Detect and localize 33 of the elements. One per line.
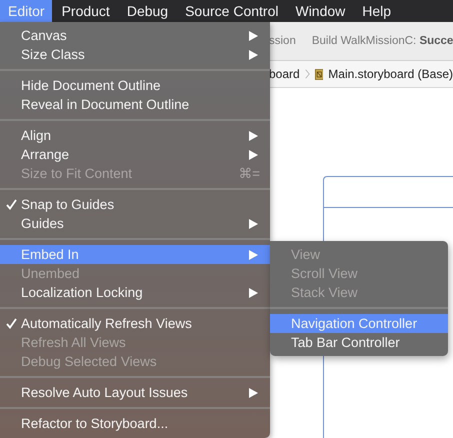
- menu-item[interactable]: Tab Bar Controller: [270, 333, 448, 352]
- menu-item[interactable]: Reveal in Document Outline: [0, 95, 270, 114]
- menu-item[interactable]: Size Class: [0, 45, 270, 64]
- menu-item[interactable]: Guides: [0, 214, 270, 233]
- menu-item[interactable]: Refactor to Storyboard...: [0, 414, 270, 433]
- chevron-icon: [304, 67, 310, 81]
- menu-item[interactable]: Snap to Guides: [0, 195, 270, 214]
- checkmark-icon: [6, 199, 17, 210]
- menu-item[interactable]: Automatically Refresh Views: [0, 314, 270, 333]
- menu-item[interactable]: Canvas: [0, 26, 270, 45]
- jump-bar-item[interactable]: board: [269, 67, 300, 81]
- menu-item[interactable]: Resolve Auto Layout Issues: [0, 383, 270, 402]
- menu-bar-item[interactable]: Editor: [0, 0, 52, 22]
- submenu-arrow-icon: [249, 288, 258, 298]
- checkmark-icon: [6, 318, 17, 329]
- storyboard-file-icon: [314, 66, 324, 82]
- menu-item[interactable]: Hide Document Outline: [0, 76, 270, 95]
- jump-bar-item[interactable]: Main.storyboard (Base): [328, 67, 453, 81]
- menu-bar-item[interactable]: Source Control: [178, 0, 286, 22]
- menu-item[interactable]: Embed In: [0, 245, 270, 264]
- menu-bar-item[interactable]: Window: [288, 0, 352, 22]
- menu-bar-item[interactable]: Help: [355, 0, 398, 22]
- submenu-arrow-icon: [249, 388, 258, 398]
- menu-item[interactable]: Localization Locking: [0, 283, 270, 302]
- submenu-arrow-icon: [249, 218, 258, 228]
- menu-item[interactable]: Arrange: [0, 145, 270, 164]
- build-status: Build WalkMissionC: Succe: [312, 35, 453, 47]
- activity-text: ssion: [269, 35, 296, 47]
- menu-item[interactable]: Align: [0, 126, 270, 145]
- submenu-arrow-icon: [249, 250, 258, 260]
- menu-bar-item[interactable]: Debug: [120, 0, 176, 22]
- menu-item[interactable]: Navigation Controller: [270, 314, 448, 333]
- menu-bar-item[interactable]: Product: [54, 0, 117, 22]
